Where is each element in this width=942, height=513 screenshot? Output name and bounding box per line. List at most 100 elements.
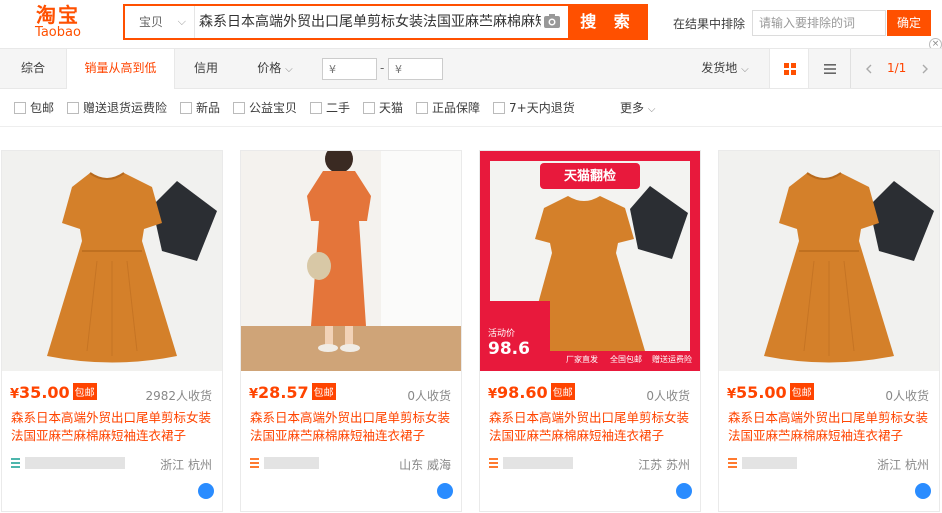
product-price: ¥28.57 包邮 (249, 383, 336, 402)
filter-charity[interactable]: 公益宝贝 (233, 100, 297, 116)
checkbox[interactable] (363, 102, 375, 114)
price-min-input[interactable] (322, 58, 377, 80)
sold-count: 0人收货 (646, 389, 690, 403)
filter-new[interactable]: 新品 (180, 100, 220, 116)
chevron-down-icon: ⌵ (285, 64, 293, 75)
shop-icon (250, 458, 259, 468)
product-image[interactable] (241, 151, 461, 371)
sort-sales-desc[interactable]: 销量从高到低 (66, 49, 175, 89)
product-card[interactable]: ¥35.00 包邮 2982人收货 森系日本高端外贸出口尾单剪标女装法国亚麻苎麻棉… (1, 150, 223, 512)
wangwang-chat-icon[interactable] (676, 483, 692, 499)
price-value: 98.60 (497, 383, 548, 402)
checkbox[interactable] (416, 102, 428, 114)
logo-cn: 淘宝 (36, 3, 80, 27)
more-filters-label: 更多 (620, 101, 645, 115)
location: 浙江 杭州 (160, 458, 212, 472)
ship-from-select[interactable]: 发货地 ⌵ (690, 49, 760, 88)
model-photo (241, 151, 461, 371)
product-card[interactable]: 天猫翻检 活动价 98.6 厂家直发 全国包邮 赠送运费险 ¥98.60 包邮 0… (479, 150, 701, 512)
grid-view-icon (784, 63, 796, 75)
search-input[interactable]: 森系日本高端外贸出口尾单剪标女装法国亚麻苎麻棉麻短袖连衣裙子 (199, 6, 541, 38)
exclude-confirm-button[interactable]: 确定 (887, 10, 931, 36)
dress-photo (2, 151, 222, 371)
filter-label: 赠送退货运费险 (83, 101, 168, 115)
filter-label: 天猫 (379, 101, 404, 115)
list-view-icon (824, 64, 836, 74)
shop-icon (728, 458, 737, 468)
product-title-link[interactable]: 森系日本高端外贸出口尾单剪标女装法国亚麻苎麻棉麻短袖连衣裙子 (250, 409, 456, 445)
product-image[interactable] (2, 151, 222, 371)
sold-count: 0人收货 (407, 389, 451, 403)
location: 浙江 杭州 (877, 458, 929, 472)
filter-label: 公益宝贝 (249, 101, 298, 115)
filter-genuine[interactable]: 正品保障 (416, 100, 480, 116)
currency-symbol: ¥ (727, 387, 737, 402)
checkbox[interactable] (67, 102, 79, 114)
exclude-label: 在结果中排除 (673, 17, 746, 31)
sort-default[interactable]: 综合 (0, 49, 66, 88)
filter-label: 新品 (196, 101, 221, 115)
pager: 1/1 (850, 49, 942, 88)
wangwang-chat-icon[interactable] (915, 483, 931, 499)
filter-label: 7+天内退货 (509, 101, 575, 115)
wangwang-chat-icon[interactable] (437, 483, 453, 499)
checkbox[interactable] (233, 102, 245, 114)
sort-price[interactable]: 价格 ⌵ (240, 49, 310, 88)
product-image[interactable]: 天猫翻检 活动价 98.6 厂家直发 全国包邮 赠送运费险 (480, 151, 700, 371)
shop-icon (489, 458, 498, 468)
currency-symbol: ¥ (249, 387, 259, 402)
currency-symbol: ¥ (10, 387, 20, 402)
search-button[interactable]: 搜 索 (568, 4, 648, 40)
free-shipping-badge: 包邮 (72, 383, 97, 400)
page-indicator: 1/1 (887, 61, 907, 75)
sold-count: 0人收货 (885, 389, 929, 403)
shop-name-blurred (742, 457, 797, 469)
prev-page-icon[interactable] (865, 64, 873, 74)
chevron-down-icon: ⌵ (741, 64, 749, 75)
more-filters-button[interactable]: 更多 ⌵ (620, 100, 655, 118)
product-title-link[interactable]: 森系日本高端外贸出口尾单剪标女装法国亚麻苎麻棉麻短袖连衣裙子 (11, 409, 217, 445)
free-shipping-badge: 包邮 (550, 383, 575, 400)
filter-return-insurance[interactable]: 赠送退货运费险 (67, 100, 167, 116)
filter-7day-return[interactable]: 7+天内退货 (493, 100, 575, 116)
filter-secondhand[interactable]: 二手 (310, 100, 350, 116)
filter-label: 二手 (326, 101, 351, 115)
logo-en: Taobao (35, 25, 81, 40)
product-image[interactable] (719, 151, 939, 371)
search-box: 宝贝 ⌵ 森系日本高端外贸出口尾单剪标女装法国亚麻苎麻棉麻短袖连衣裙子 搜 索 (123, 4, 648, 40)
grid-view-button[interactable] (769, 49, 809, 88)
wangwang-chat-icon[interactable] (198, 483, 214, 499)
sort-credit[interactable]: 信用 (175, 49, 237, 88)
list-view-button[interactable] (810, 49, 850, 88)
next-page-icon[interactable] (921, 64, 929, 74)
filter-bar: 包邮 赠送退货运费险 新品 公益宝贝 二手 天猫 正品保障 7+天内退货 更多 … (0, 89, 942, 127)
free-shipping-badge: 包邮 (789, 383, 814, 400)
promo-banner: 天猫翻检 (563, 169, 616, 184)
price-value: 55.00 (736, 383, 787, 402)
sort-price-label: 价格 (257, 61, 282, 75)
checkbox[interactable] (493, 102, 505, 114)
chevron-down-icon: ⌵ (177, 15, 186, 28)
promo-price-label: 活动价 (488, 329, 516, 339)
exclude-input[interactable] (752, 10, 886, 36)
price-value: 35.00 (19, 383, 70, 402)
search-scope-select[interactable]: 宝贝 ⌵ (125, 6, 195, 38)
promo-tag: 全国包邮 (610, 355, 642, 364)
product-card[interactable]: ¥28.57 包邮 0人收货 森系日本高端外贸出口尾单剪标女装法国亚麻苎麻棉麻短袖… (240, 150, 462, 512)
price-max-input[interactable] (388, 58, 443, 80)
taobao-logo[interactable]: 淘宝 Taobao (10, 4, 106, 42)
product-title-link[interactable]: 森系日本高端外贸出口尾单剪标女装法国亚麻苎麻棉麻短袖连衣裙子 (728, 409, 934, 445)
product-card[interactable]: ¥55.00 包邮 0人收货 森系日本高端外贸出口尾单剪标女装法国亚麻苎麻棉麻短袖… (718, 150, 940, 512)
camera-icon[interactable] (543, 13, 561, 29)
shop-icon (11, 458, 20, 468)
filter-tmall[interactable]: 天猫 (363, 100, 403, 116)
product-title-link[interactable]: 森系日本高端外贸出口尾单剪标女装法国亚麻苎麻棉麻短袖连衣裙子 (489, 409, 695, 445)
checkbox[interactable] (180, 102, 192, 114)
filter-free-shipping[interactable]: 包邮 (14, 100, 54, 116)
price-range-dash: - (380, 61, 385, 75)
shop-name-blurred (25, 457, 125, 469)
checkbox[interactable] (14, 102, 26, 114)
ship-from-label: 发货地 (701, 61, 738, 75)
checkbox[interactable] (310, 102, 322, 114)
product-price: ¥35.00 包邮 (10, 383, 97, 402)
